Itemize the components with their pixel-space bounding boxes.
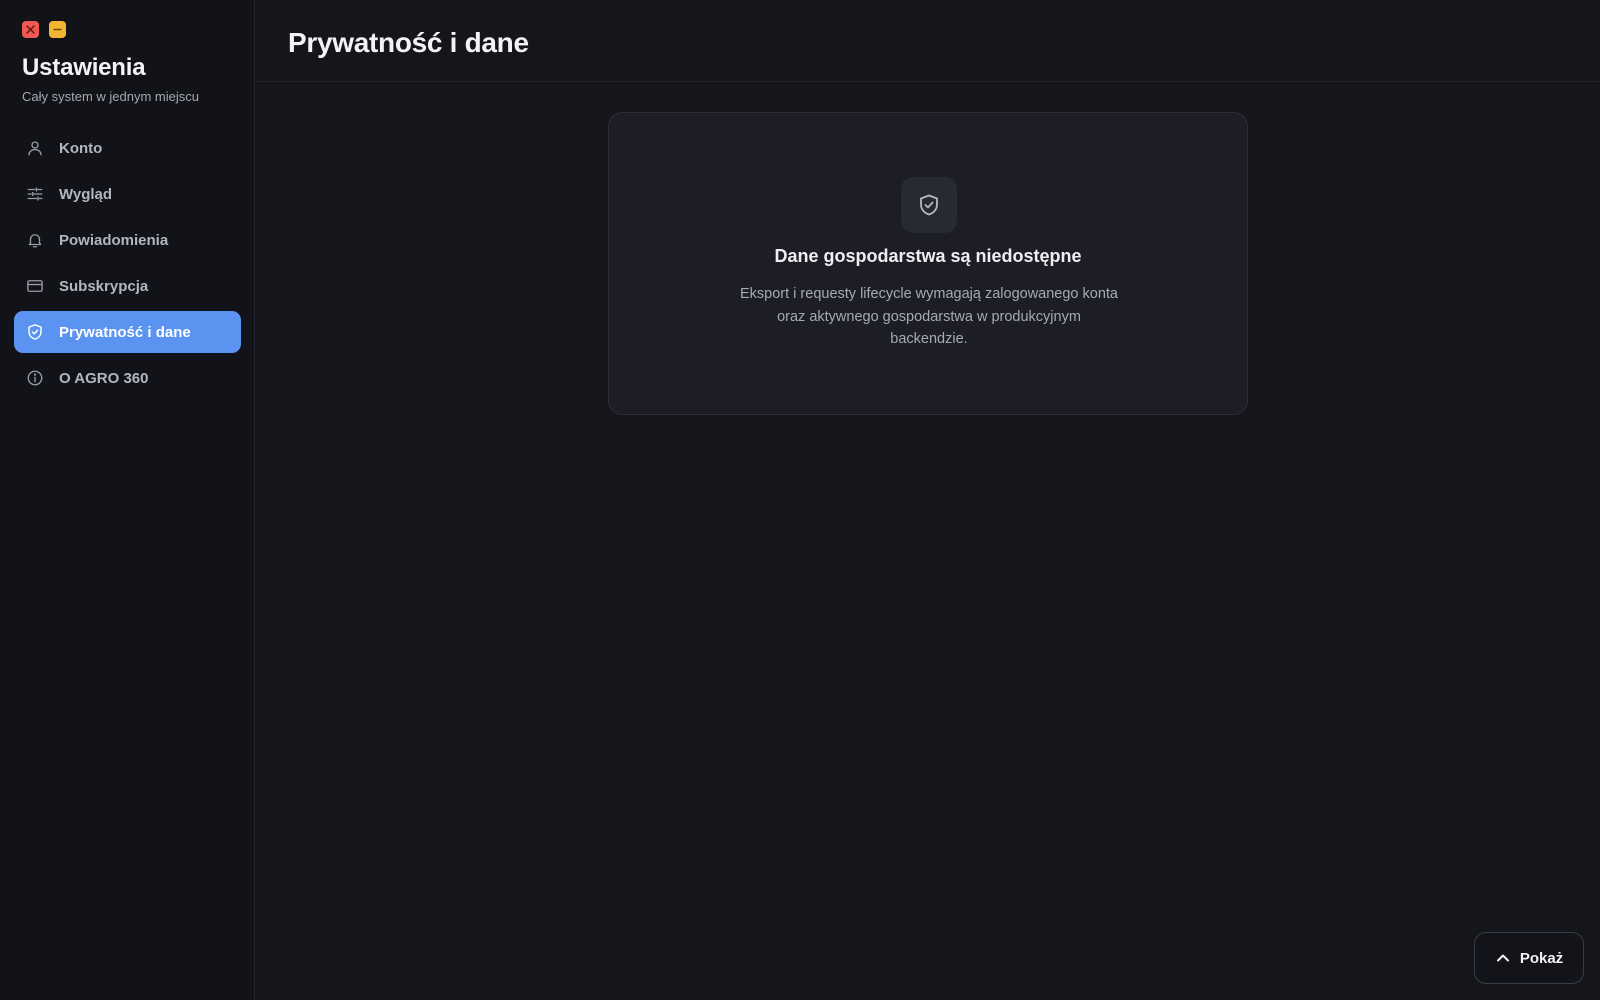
sidebar-item-o-agro[interactable]: O AGRO 360	[14, 357, 241, 399]
sidebar-subtitle: Cały system w jednym miejscu	[22, 89, 199, 104]
shield-check-icon	[901, 177, 957, 233]
sidebar-item-label: Wygląd	[59, 185, 113, 203]
sidebar-item-label: O AGRO 360	[59, 369, 149, 387]
sidebar-item-konto[interactable]: Konto	[14, 127, 241, 169]
settings-nav: Konto Wygląd Powiadomienia Subskrypcja P…	[14, 127, 241, 403]
bell-icon	[26, 231, 44, 249]
sidebar-item-label: Powiadomienia	[59, 231, 169, 249]
minimize-window-button[interactable]	[49, 21, 66, 38]
page-title: Prywatność i dane	[288, 27, 529, 58]
sidebar-item-prywatnosc[interactable]: Prywatność i dane	[14, 311, 241, 353]
sidebar-item-powiadomienia[interactable]: Powiadomienia	[14, 219, 241, 261]
sidebar-item-label: Subskrypcja	[59, 277, 149, 295]
page-header: Prywatność i dane	[256, 0, 1600, 82]
shield-check-icon	[26, 323, 44, 341]
close-icon	[26, 25, 35, 34]
empty-state-card: Dane gospodarstwa są niedostępne Eksport…	[608, 112, 1248, 415]
sidebar-item-wyglad[interactable]: Wygląd	[14, 173, 241, 215]
info-icon	[26, 369, 44, 387]
main-content: Prywatność i dane Dane gospodarstwa są n…	[256, 0, 1600, 1000]
chevron-up-icon	[1496, 954, 1509, 962]
window-controls	[22, 21, 66, 38]
sidebar-title: Ustawienia	[22, 54, 146, 81]
show-button[interactable]: Pokaż	[1474, 932, 1584, 984]
close-window-button[interactable]	[22, 21, 39, 38]
sidebar-item-label: Prywatność i dane	[59, 323, 191, 341]
sidebar: Ustawienia Cały system w jednym miejscu …	[0, 0, 255, 1000]
sidebar-item-label: Konto	[59, 139, 103, 157]
credit-card-icon	[26, 277, 44, 295]
user-icon	[26, 139, 44, 157]
empty-state-message: Eksport i requesty lifecycle wymagają za…	[739, 286, 1118, 347]
sidebar-item-subskrypcja[interactable]: Subskrypcja	[14, 265, 241, 307]
empty-state-title: Dane gospodarstwa są niedostępne	[774, 246, 1082, 266]
show-button-label: Pokaż	[1519, 949, 1564, 967]
minimize-icon	[53, 28, 62, 31]
sliders-icon	[26, 185, 44, 203]
settings-window: Ustawienia Cały system w jednym miejscu …	[0, 0, 1600, 1000]
